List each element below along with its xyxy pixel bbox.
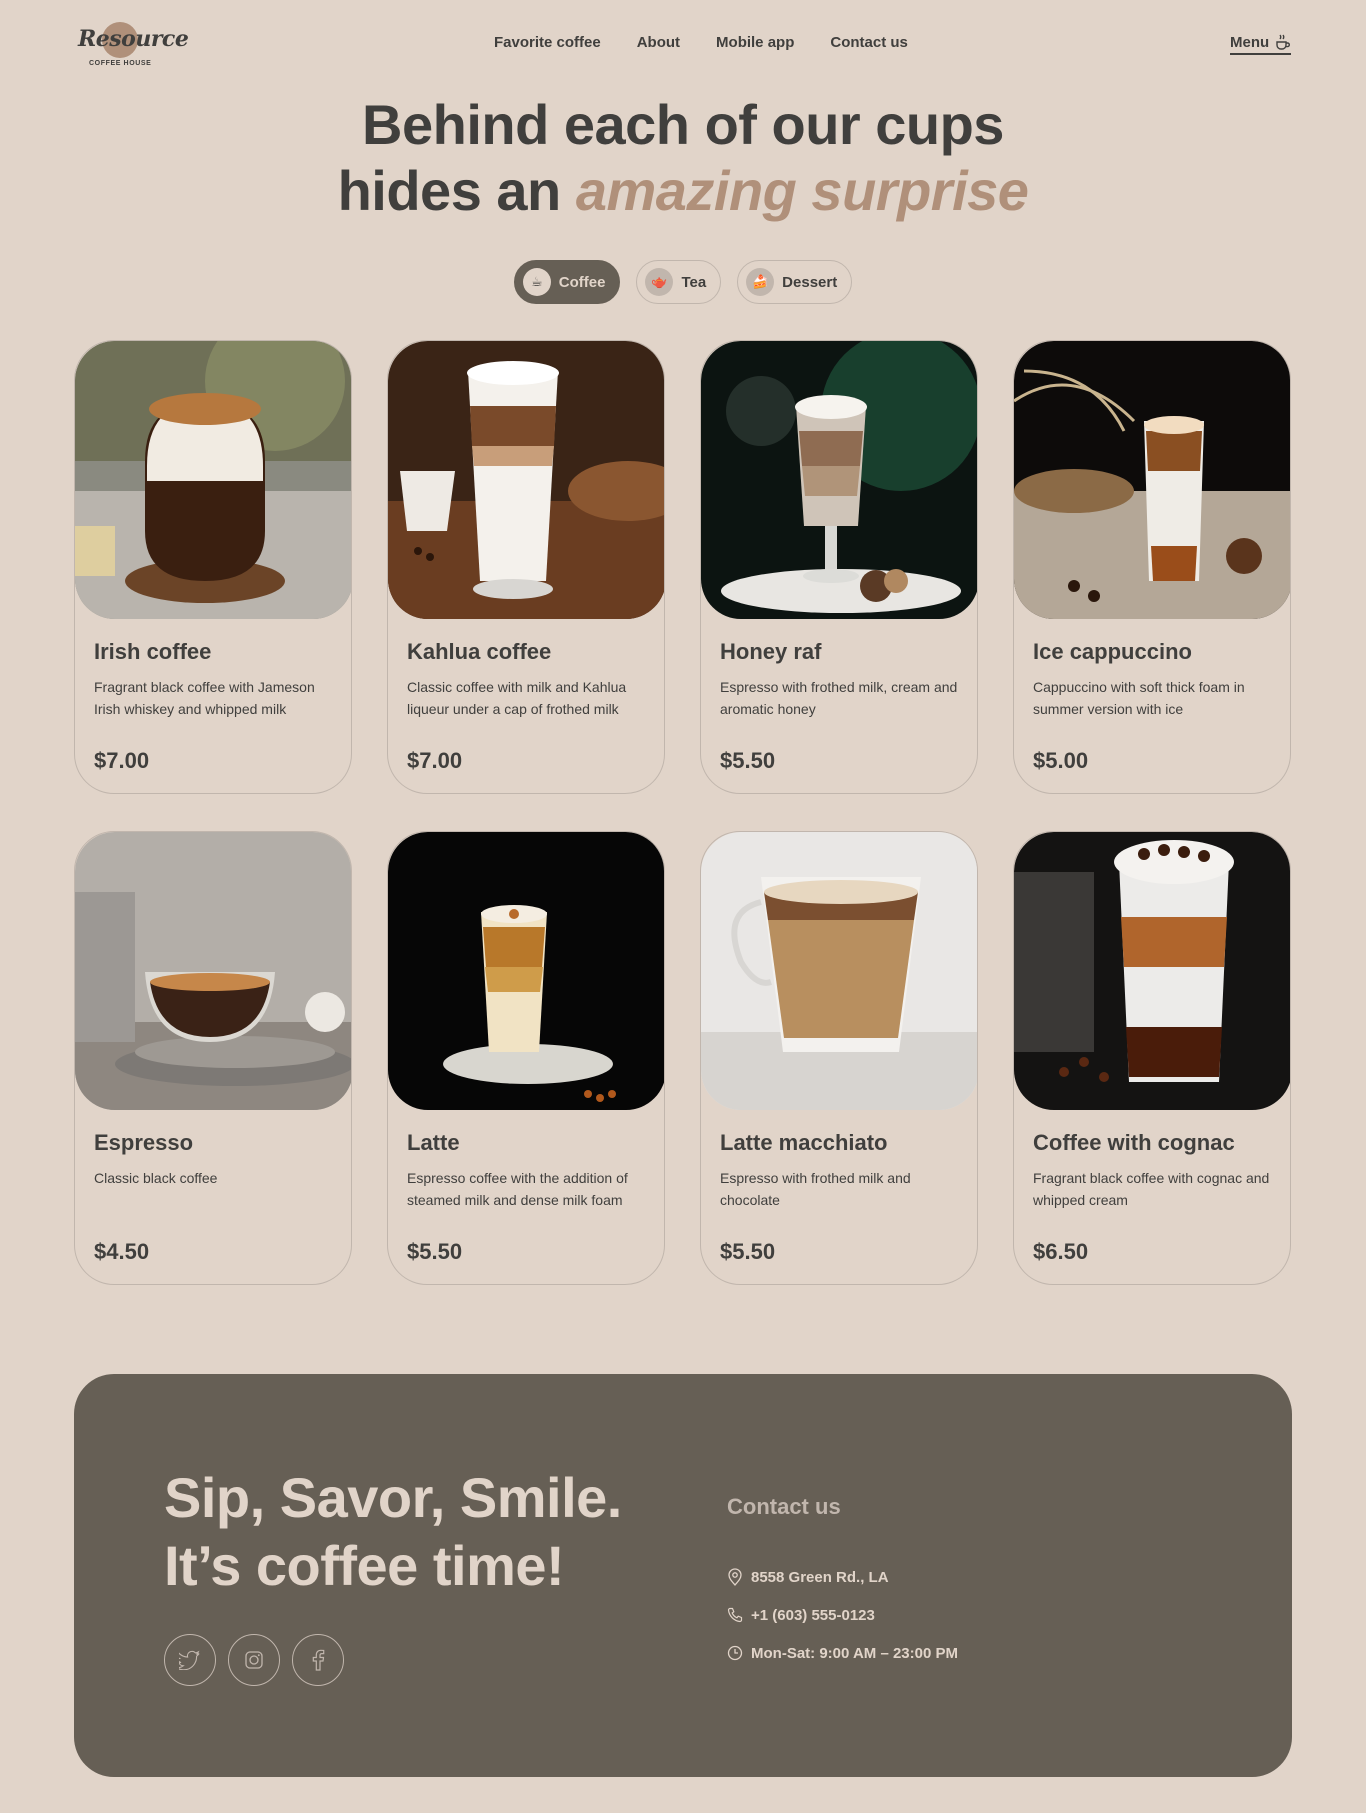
dessert-icon: 🍰 (746, 268, 775, 296)
product-name: Irish coffee (94, 639, 212, 664)
heading-line-2: hides an amazing surprise (0, 158, 1366, 224)
tab-coffee[interactable]: ☕ Coffee (513, 260, 621, 304)
product-image (1014, 832, 1290, 1110)
product-price: $5.50 (407, 1239, 463, 1264)
product-image (1014, 341, 1290, 619)
product-name: Latte (407, 1130, 460, 1155)
product-card[interactable]: Coffee with cognac Fragrant black coffee… (1013, 831, 1291, 1285)
product-price: $5.00 (1033, 748, 1089, 773)
header: Resource COFFEE HOUSE Favorite coffee Ab… (0, 0, 1366, 88)
product-price: $5.50 (720, 1239, 776, 1264)
contact-hours-text: Mon-Sat: 9:00 AM – 23:00 PM (751, 1644, 958, 1662)
product-card[interactable]: Ice cappuccino Cappuccino with soft thic… (1013, 340, 1291, 794)
clock-icon (727, 1645, 743, 1661)
contact-phone-text: +1 (603) 555-0123 (751, 1606, 875, 1624)
product-description: Espresso with frothed milk and chocolate (720, 1170, 911, 1208)
footer-title-line-2: It’s coffee time! (164, 1534, 565, 1597)
facebook-icon (312, 1649, 325, 1671)
product-card[interactable]: Espresso Classic black coffee $4.50 (74, 831, 352, 1285)
twitter-icon (179, 1650, 200, 1670)
tab-label: Tea (681, 273, 707, 291)
product-image (701, 832, 977, 1110)
product-description: Classic black coffee (94, 1170, 218, 1186)
product-name: Ice cappuccino (1033, 639, 1192, 664)
tab-tea[interactable]: 🫖 Tea (636, 260, 722, 304)
product-grid: Irish coffee Fragrant black coffee with … (74, 340, 1292, 1285)
tab-label: Dessert (782, 273, 838, 291)
product-card[interactable]: Latte macchiato Espresso with frothed mi… (700, 831, 978, 1285)
product-price: $7.00 (94, 748, 150, 773)
hero-heading: Behind each of our cups hides an amazing… (0, 92, 1366, 224)
product-image (75, 341, 351, 619)
instagram-icon (245, 1651, 263, 1669)
menu-button[interactable]: Menu (1230, 33, 1292, 55)
product-name: Kahlua coffee (407, 639, 552, 664)
category-tabs: ☕ Coffee 🫖 Tea 🍰 Dessert (0, 260, 1366, 304)
product-description: Cappuccino with soft thick foam in summe… (1033, 679, 1245, 717)
logo-wordmark: Resource (78, 26, 189, 52)
product-image (388, 832, 664, 1110)
nav-about[interactable]: About (637, 34, 680, 51)
tab-dessert[interactable]: 🍰 Dessert (737, 260, 853, 304)
nav-mobile-app[interactable]: Mobile app (716, 34, 794, 51)
product-price: $6.50 (1033, 1239, 1089, 1264)
nav-contact-us[interactable]: Contact us (830, 34, 908, 51)
contact-title: Contact us (727, 1494, 841, 1519)
contact-list: 8558 Green Rd., LA +1 (603) 555-0123 Mon… (727, 1558, 958, 1672)
facebook-link[interactable] (292, 1634, 344, 1686)
product-image (388, 341, 664, 619)
phone-icon (727, 1607, 743, 1623)
product-name: Espresso (94, 1130, 194, 1155)
location-pin-icon (728, 1568, 742, 1586)
product-price: $7.00 (407, 748, 463, 773)
product-description: Espresso with frothed milk, cream and ar… (720, 679, 958, 717)
logo[interactable]: Resource COFFEE HOUSE (78, 22, 189, 68)
product-description: Fragrant black coffee with cognac and wh… (1033, 1170, 1270, 1208)
contact-address[interactable]: 8558 Green Rd., LA (727, 1558, 958, 1596)
product-card[interactable]: Irish coffee Fragrant black coffee with … (74, 340, 352, 794)
product-image (75, 832, 351, 1110)
contact-address-text: 8558 Green Rd., LA (751, 1568, 889, 1586)
product-price: $4.50 (94, 1239, 150, 1264)
product-card[interactable]: Honey raf Espresso with frothed milk, cr… (700, 340, 978, 794)
product-name: Honey raf (720, 639, 822, 664)
product-name: Latte macchiato (720, 1130, 888, 1155)
social-links (164, 1634, 344, 1686)
menu-label: Menu (1230, 34, 1270, 51)
contact-hours: Mon-Sat: 9:00 AM – 23:00 PM (727, 1634, 958, 1672)
instagram-link[interactable] (228, 1634, 280, 1686)
product-image (701, 341, 977, 619)
footer: Sip, Savor, Smile. It’s coffee time! Con… (74, 1374, 1292, 1777)
coffee-icon: ☕ (522, 268, 551, 296)
footer-title: Sip, Savor, Smile. It’s coffee time! (164, 1464, 622, 1600)
logo-subtitle: COFFEE HOUSE (89, 60, 152, 67)
product-card[interactable]: Kahlua coffee Classic coffee with milk a… (387, 340, 665, 794)
footer-title-line-1: Sip, Savor, Smile. (164, 1466, 622, 1529)
coffee-cup-icon (1276, 34, 1291, 50)
product-price: $5.50 (720, 748, 776, 773)
heading-plain: hides an (337, 159, 576, 222)
heading-accent: amazing surprise (575, 159, 1029, 222)
twitter-link[interactable] (164, 1634, 216, 1686)
product-card[interactable]: Latte Espresso coffee with the addition … (387, 831, 665, 1285)
product-name: Coffee with cognac (1033, 1130, 1235, 1155)
teapot-icon: 🫖 (645, 268, 674, 296)
contact-phone[interactable]: +1 (603) 555-0123 (727, 1596, 958, 1634)
main-nav: Favorite coffee About Mobile app Contact… (494, 34, 908, 51)
product-description: Espresso coffee with the addition of ste… (407, 1170, 628, 1208)
tab-label: Coffee (558, 273, 606, 291)
product-description: Fragrant black coffee with Jameson Irish… (94, 679, 315, 717)
heading-line-1: Behind each of our cups (362, 93, 1004, 156)
nav-favorite-coffee[interactable]: Favorite coffee (494, 34, 601, 51)
product-description: Classic coffee with milk and Kahlua liqu… (407, 679, 627, 717)
